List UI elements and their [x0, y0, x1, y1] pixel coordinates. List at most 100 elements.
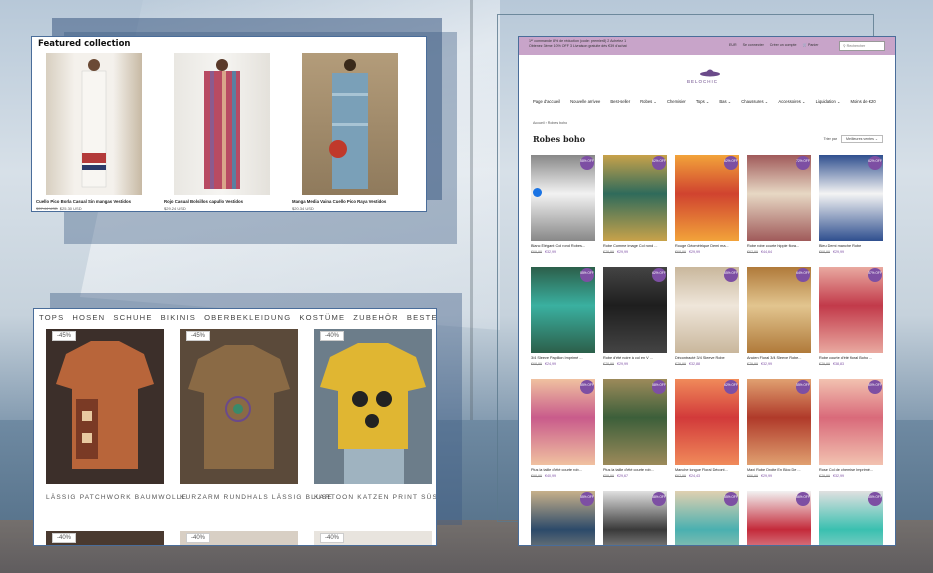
product-image[interactable]: 64% OFF: [747, 267, 811, 353]
product-card[interactable]: 56% OFF: [747, 491, 811, 545]
nav-item-chaussures[interactable]: Chaussures ⌄: [741, 99, 768, 104]
product-card[interactable]: 62% OFF Robe Comme image Col rond ... €78,…: [603, 155, 667, 254]
product-name[interactable]: LÄSSIG PATCHWORK BAUMWOLLE: [46, 494, 186, 501]
nav-item-home[interactable]: Page d'accueil: [533, 99, 560, 104]
product-image[interactable]: 62% OFF: [819, 155, 883, 241]
product-card[interactable]: 55% OFF 3/4 Sleeve Papillon Imprimé ... €6…: [531, 267, 595, 366]
product-name[interactable]: KURZARM RUNDHALS LÄSSIG BLUSE: [180, 494, 332, 501]
product-image[interactable]: 62% OFF: [603, 267, 667, 353]
breadcrumb[interactable]: Accueil › Robes boho: [533, 121, 567, 125]
product-image[interactable]: -40%: [314, 329, 432, 484]
product-image[interactable]: 55% OFF: [531, 267, 595, 353]
messenger-icon[interactable]: [533, 188, 542, 197]
register-link[interactable]: Créer un compte: [770, 43, 797, 47]
nav-item-schuhe[interactable]: SCHUHE: [113, 313, 152, 322]
nav-item-under-20[interactable]: Moins de €20: [851, 99, 876, 104]
currency-select[interactable]: EUR: [729, 43, 737, 47]
product-card[interactable]: 62% OFF Bleu Demi manche Robe €68,99 €29,99: [819, 155, 883, 254]
product-name[interactable]: Ancien Floral 3/4 Sleeve Robe...: [747, 356, 811, 360]
product-image[interactable]: -45%: [180, 329, 298, 484]
product-name[interactable]: Robe d'été noire à col en V ...: [603, 356, 667, 360]
product-image[interactable]: 55% OFF: [531, 491, 595, 545]
cart-link[interactable]: 🛒 Panier: [803, 43, 819, 47]
nav-item-kostume[interactable]: KOSTÜME: [299, 313, 345, 322]
product-image[interactable]: [46, 53, 142, 195]
product-card[interactable]: 58% OFF Plus la taille d'été courte rob..…: [603, 379, 667, 478]
product-card[interactable]: 55% OFF Plus la taille d'été courte rob..…: [531, 379, 595, 478]
product-name[interactable]: Décontracté 3/4 Sleeve Robe: [675, 356, 739, 360]
nav-item-tops[interactable]: TOPS: [39, 313, 64, 322]
product-card[interactable]: 55% OFF: [675, 491, 739, 545]
product-image[interactable]: 55% OFF: [531, 379, 595, 465]
nav-item-tops[interactable]: Tops ⌄: [696, 99, 710, 104]
product-image[interactable]: 62% OFF: [675, 155, 739, 241]
product-card[interactable]: 55% OFF: [819, 491, 883, 545]
product-name[interactable]: Rojo Casual Bolsillos capullo Vestidos: [164, 199, 270, 204]
logo-text[interactable]: BELOCHIC: [687, 79, 718, 84]
product-name[interactable]: Bleu Demi manche Robe: [819, 244, 883, 248]
product-card[interactable]: 58% OFF Blanc Élégant Col rond Robes... €6…: [531, 155, 595, 254]
nav-item-bestellverfolgung[interactable]: BESTELLVERFOLGUNG: [407, 313, 436, 322]
product-card[interactable]: 55% OFF: [531, 491, 595, 545]
product-image[interactable]: 72% OFF: [747, 155, 811, 241]
product-card[interactable]: -45% LÄSSIG PATCHWORK BAUMWOLLE: [46, 329, 186, 501]
product-name[interactable]: Plus la taille d'été courte rob...: [603, 468, 667, 472]
product-image[interactable]: 58% OFF: [603, 379, 667, 465]
nav-item-zubehor[interactable]: ZUBEHÖR: [353, 313, 399, 322]
nav-item-liquidation[interactable]: Liquidation ⌄: [816, 99, 841, 104]
product-card[interactable]: 55% OFF Maxi Robe Droite En Bloc De ... €6…: [747, 379, 811, 478]
nav-item-robes[interactable]: Robes ⌄: [640, 99, 657, 104]
nav-item-bestseller[interactable]: Best-seller: [610, 99, 630, 104]
product-image[interactable]: 60% OFF: [819, 379, 883, 465]
nav-item-accessoires[interactable]: Accessoires ⌄: [778, 99, 805, 104]
product-card[interactable]: -40% KARTOON KATZEN PRINT SÜSS: [314, 329, 436, 501]
product-card[interactable]: 62% OFF Manche longue Floral Décont... €62…: [675, 379, 739, 478]
product-image[interactable]: 56% OFF: [747, 491, 811, 545]
nav-item-chemisier[interactable]: Chemisier: [667, 99, 686, 104]
product-image[interactable]: 55% OFF: [675, 491, 739, 545]
product-image[interactable]: 62% OFF: [603, 155, 667, 241]
product-image[interactable]: 65% OFF: [675, 267, 739, 353]
product-card[interactable]: 60% OFF Rose Col de chemise Imprimé... €79…: [819, 379, 883, 478]
product-card[interactable]: 62% OFF Robe d'été noire à col en V ... €7…: [603, 267, 667, 366]
product-name[interactable]: Robe courte d'été floral Boho ...: [819, 356, 883, 360]
product-image[interactable]: 57% OFF: [819, 267, 883, 353]
login-link[interactable]: Se connecter: [743, 43, 764, 47]
nav-item-bikinis[interactable]: BIKINIS: [161, 313, 196, 322]
product-name[interactable]: Plus la taille d'été courte rob...: [531, 468, 595, 472]
product-card[interactable]: 64% OFF Ancien Floral 3/4 Sleeve Robe... €…: [747, 267, 811, 366]
nav-item-oberbekleidung[interactable]: OBERBEKLEIDUNG: [204, 313, 291, 322]
product-name[interactable]: Manche longue Floral Décont...: [675, 468, 739, 472]
product-image[interactable]: 55% OFF: [747, 379, 811, 465]
product-card[interactable]: 72% OFF Robe robe courte hippie flora... €…: [747, 155, 811, 254]
featured-item[interactable]: Manga Media Vaina Cuello Pico Raya Vesti…: [292, 53, 398, 211]
product-card[interactable]: -45% KURZARM RUNDHALS LÄSSIG BLUSE: [180, 329, 332, 501]
product-name[interactable]: Rouge Géométrique Demi ma...: [675, 244, 739, 248]
product-name[interactable]: Rose Col de chemise Imprimé...: [819, 468, 883, 472]
product-card[interactable]: 62% OFF Rouge Géométrique Demi ma... €68,9…: [675, 155, 739, 254]
product-image[interactable]: 62% OFF: [675, 379, 739, 465]
product-card[interactable]: 57% OFF Robe courte d'été floral Boho ...…: [819, 267, 883, 366]
product-card[interactable]: -40%: [314, 531, 432, 545]
featured-item[interactable]: Rojo Casual Bolsillos capullo Vestidos $…: [164, 53, 270, 211]
product-image[interactable]: [174, 53, 270, 195]
product-name[interactable]: Maxi Robe Droite En Bloc De ...: [747, 468, 811, 472]
nav-item-bas[interactable]: Bas ⌄: [719, 99, 731, 104]
product-name[interactable]: Robe robe courte hippie flora...: [747, 244, 811, 248]
product-image[interactable]: [302, 53, 398, 195]
nav-item-hosen[interactable]: HOSEN: [72, 313, 105, 322]
product-name[interactable]: 3/4 Sleeve Papillon Imprimé ...: [531, 356, 595, 360]
search-input[interactable]: ⚲ Rechercher: [839, 41, 885, 51]
product-name[interactable]: Cuello Pico Borla Casual Sin mangas Vest…: [36, 199, 142, 204]
product-card[interactable]: -40%: [180, 531, 298, 545]
sort-select[interactable]: Meilleures ventes ⌄: [841, 135, 883, 143]
product-image[interactable]: 58% OFF: [603, 491, 667, 545]
featured-item[interactable]: Cuello Pico Borla Casual Sin mangas Vest…: [36, 53, 142, 211]
product-card[interactable]: 58% OFF: [603, 491, 667, 545]
product-image[interactable]: 58% OFF: [531, 155, 595, 241]
product-image[interactable]: 55% OFF: [819, 491, 883, 545]
product-name[interactable]: KARTOON KATZEN PRINT SÜSS: [314, 494, 436, 501]
product-card[interactable]: 65% OFF Décontracté 3/4 Sleeve Robe €79,99…: [675, 267, 739, 366]
product-name[interactable]: Blanc Élégant Col rond Robes...: [531, 244, 595, 248]
product-name[interactable]: Robe Comme image Col rond ...: [603, 244, 667, 248]
